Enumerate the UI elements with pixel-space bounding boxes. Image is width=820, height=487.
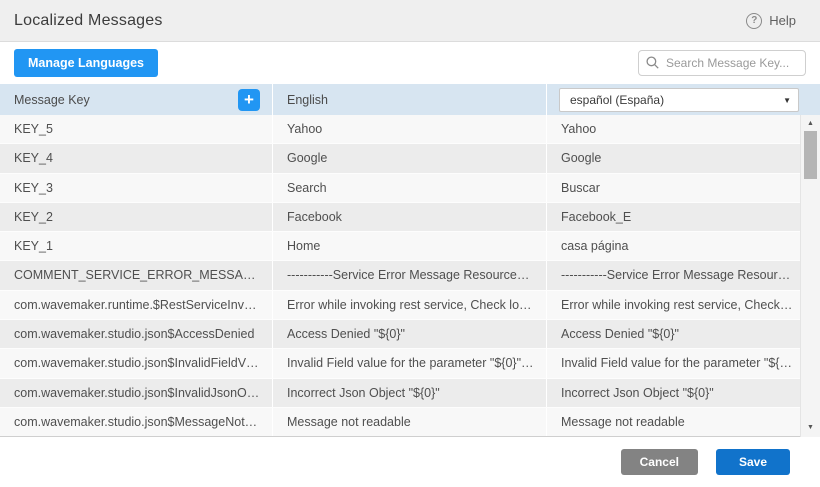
search-icon: [646, 56, 659, 69]
page-title: Localized Messages: [14, 12, 163, 30]
table-row: com.wavemaker.studio.json$InvalidFieldV……: [0, 349, 820, 378]
help-link[interactable]: ? Help: [746, 13, 796, 29]
cell-message-key[interactable]: com.wavemaker.studio.json$MessageNot…: [0, 408, 273, 436]
table-row: com.wavemaker.runtime.$RestServiceInv… E…: [0, 291, 820, 320]
messages-table: Message Key + English español (España) ▼…: [0, 84, 820, 437]
table-row: KEY_5 Yahoo Yahoo: [0, 115, 820, 144]
footer: Cancel Save: [0, 437, 820, 487]
help-question-icon: ?: [746, 13, 762, 29]
table-row: KEY_1 Home casa página: [0, 232, 820, 261]
search-input[interactable]: [638, 50, 806, 76]
cell-english[interactable]: Yahoo: [273, 115, 547, 143]
vertical-scrollbar[interactable]: ▲ ▼: [800, 115, 820, 437]
save-button[interactable]: Save: [716, 449, 790, 475]
cell-message-key[interactable]: KEY_4: [0, 144, 273, 172]
cell-english[interactable]: Access Denied "${0}": [273, 320, 547, 348]
cell-translation[interactable]: Message not readable: [547, 408, 820, 436]
table-row: KEY_3 Search Buscar: [0, 174, 820, 203]
cell-translation[interactable]: Yahoo: [547, 115, 820, 143]
cell-message-key[interactable]: com.wavemaker.studio.json$InvalidFieldV…: [0, 349, 273, 377]
cell-translation[interactable]: Access Denied "${0}": [547, 320, 820, 348]
cell-english[interactable]: Error while invoking rest service, Check…: [273, 291, 547, 319]
cell-english[interactable]: Message not readable: [273, 408, 547, 436]
cell-translation[interactable]: Buscar: [547, 174, 820, 202]
cell-translation[interactable]: Incorrect Json Object "${0}": [547, 379, 820, 407]
column-header-message-key: Message Key +: [0, 84, 273, 115]
cell-translation[interactable]: Google: [547, 144, 820, 172]
cell-message-key[interactable]: com.wavemaker.studio.json$InvalidJsonO…: [0, 379, 273, 407]
cell-message-key[interactable]: COMMENT_SERVICE_ERROR_MESSAGES: [0, 261, 273, 289]
cell-english[interactable]: Incorrect Json Object "${0}": [273, 379, 547, 407]
message-key-column-label: Message Key: [14, 93, 90, 107]
cell-message-key[interactable]: KEY_3: [0, 174, 273, 202]
column-header-english: English: [273, 84, 547, 115]
english-column-label: English: [287, 93, 328, 107]
table-header: Message Key + English español (España) ▼: [0, 84, 820, 115]
cell-translation[interactable]: Invalid Field value for the parameter "$…: [547, 349, 820, 377]
cell-english[interactable]: Search: [273, 174, 547, 202]
scroll-down-icon[interactable]: ▼: [801, 421, 820, 435]
help-label: Help: [769, 13, 796, 28]
cell-translation[interactable]: -----------Service Error Message Resourc…: [547, 261, 820, 289]
search-box: [638, 50, 806, 76]
table-row: com.wavemaker.studio.json$AccessDenied A…: [0, 320, 820, 349]
cell-message-key[interactable]: com.wavemaker.runtime.$RestServiceInv…: [0, 291, 273, 319]
cell-translation[interactable]: Error while invoking rest service, Check…: [547, 291, 820, 319]
cell-message-key[interactable]: KEY_2: [0, 203, 273, 231]
table-row: com.wavemaker.studio.json$InvalidJsonO… …: [0, 379, 820, 408]
language-select[interactable]: español (España): [559, 88, 799, 112]
language-select-wrap: español (España) ▼: [559, 88, 799, 112]
column-header-language: español (España) ▼: [547, 84, 820, 115]
cell-english[interactable]: Google: [273, 144, 547, 172]
scrollbar-thumb[interactable]: [804, 131, 817, 179]
manage-languages-button[interactable]: Manage Languages: [14, 49, 158, 77]
cell-message-key[interactable]: KEY_5: [0, 115, 273, 143]
table-row: KEY_2 Facebook Facebook_E: [0, 203, 820, 232]
cell-english[interactable]: Facebook: [273, 203, 547, 231]
table-row: KEY_4 Google Google: [0, 144, 820, 173]
cell-message-key[interactable]: KEY_1: [0, 232, 273, 260]
table-row: COMMENT_SERVICE_ERROR_MESSAGES ---------…: [0, 261, 820, 290]
table-row: com.wavemaker.studio.json$MessageNot… Me…: [0, 408, 820, 436]
cell-translation[interactable]: casa página: [547, 232, 820, 260]
localized-messages-dialog: Localized Messages ? Help Manage Languag…: [0, 0, 820, 487]
cell-translation[interactable]: Facebook_E: [547, 203, 820, 231]
add-message-key-button[interactable]: +: [238, 89, 260, 111]
cell-message-key[interactable]: com.wavemaker.studio.json$AccessDenied: [0, 320, 273, 348]
cell-english[interactable]: Home: [273, 232, 547, 260]
table-body: KEY_5 Yahoo Yahoo KEY_4 Google Google KE…: [0, 115, 820, 436]
cancel-button[interactable]: Cancel: [621, 449, 698, 475]
cell-english[interactable]: -----------Service Error Message Resourc…: [273, 261, 547, 289]
toolbar: Manage Languages: [0, 42, 820, 84]
cell-english[interactable]: Invalid Field value for the parameter "$…: [273, 349, 547, 377]
scroll-up-icon[interactable]: ▲: [801, 117, 820, 131]
title-bar: Localized Messages ? Help: [0, 0, 820, 42]
